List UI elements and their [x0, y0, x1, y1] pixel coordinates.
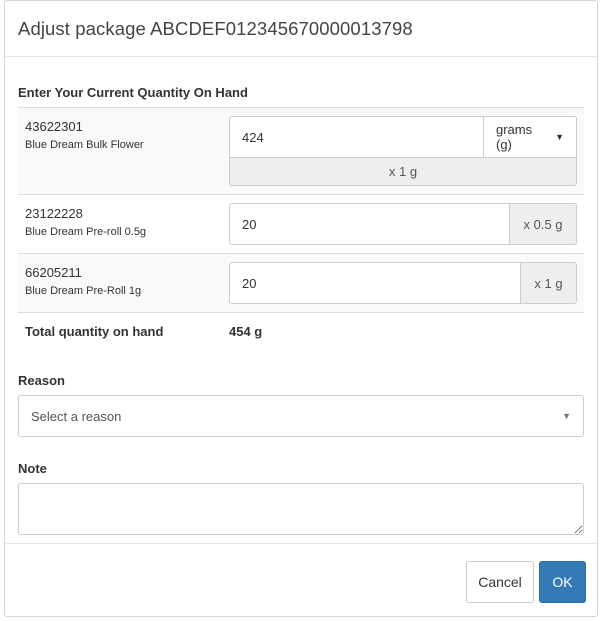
note-textarea[interactable]	[18, 483, 584, 535]
quantity-table: 43622301 Blue Dream Bulk Flower grams (g…	[18, 107, 584, 349]
table-row: 66205211 Blue Dream Pre-Roll 1g x 1 g	[18, 254, 584, 313]
item-name: Blue Dream Bulk Flower	[25, 139, 144, 151]
total-row: Total quantity on hand 454 g	[18, 313, 584, 349]
quantity-input[interactable]	[229, 203, 510, 245]
table-row: 43622301 Blue Dream Bulk Flower grams (g…	[18, 108, 584, 195]
unit-conversion-addon: x 0.5 g	[510, 203, 577, 245]
quantity-input-group: grams (g) ▼	[229, 116, 577, 158]
item-quantity-controls: x 0.5 g	[229, 195, 584, 253]
dialog-body: Enter Your Current Quantity On Hand 4362…	[5, 85, 597, 535]
cancel-button[interactable]: Cancel	[466, 561, 534, 603]
item-name: Blue Dream Pre-Roll 1g	[25, 285, 142, 297]
item-info: 43622301 Blue Dream Bulk Flower	[18, 108, 229, 194]
quantity-input-group: x 1 g	[229, 262, 577, 304]
quantity-input[interactable]	[229, 116, 484, 158]
unit-dropdown-label: grams (g)	[496, 122, 533, 152]
item-info: 66205211 Blue Dream Pre-Roll 1g	[18, 254, 229, 312]
unit-conversion-addon: x 1 g	[521, 262, 577, 304]
chevron-down-icon: ▼	[562, 411, 571, 421]
caret-down-icon: ▼	[555, 132, 564, 142]
table-row: 23122228 Blue Dream Pre-roll 0.5g x 0.5 …	[18, 195, 584, 254]
reason-label: Reason	[18, 373, 65, 388]
item-quantity-controls: x 1 g	[229, 254, 584, 312]
item-sku: 23122228	[25, 206, 83, 221]
unit-conversion: x 1 g	[229, 158, 577, 186]
quantity-section-title: Enter Your Current Quantity On Hand	[18, 85, 248, 100]
total-label: Total quantity on hand	[25, 323, 164, 339]
dialog-header: Adjust package ABCDEF012345670000013798	[5, 1, 597, 57]
note-label: Note	[18, 461, 47, 476]
total-value: 454 g	[229, 323, 263, 339]
dialog-title: Adjust package ABCDEF012345670000013798	[18, 18, 413, 39]
unit-dropdown-button[interactable]: grams (g) ▼	[484, 116, 577, 158]
reason-select-placeholder: Select a reason	[31, 408, 122, 424]
item-name: Blue Dream Pre-roll 0.5g	[25, 226, 147, 238]
quantity-input[interactable]	[229, 262, 521, 304]
ok-button[interactable]: OK	[539, 561, 586, 603]
dialog-footer: Cancel OK	[5, 543, 597, 618]
item-info: 23122228 Blue Dream Pre-roll 0.5g	[18, 195, 229, 253]
reason-select[interactable]: Select a reason ▼	[18, 395, 584, 437]
quantity-input-group: x 0.5 g	[229, 203, 577, 245]
item-sku: 43622301	[25, 119, 83, 134]
item-quantity-controls: grams (g) ▼ x 1 g	[229, 108, 584, 194]
adjust-package-dialog: Adjust package ABCDEF012345670000013798 …	[4, 0, 598, 617]
item-sku: 66205211	[25, 265, 82, 280]
